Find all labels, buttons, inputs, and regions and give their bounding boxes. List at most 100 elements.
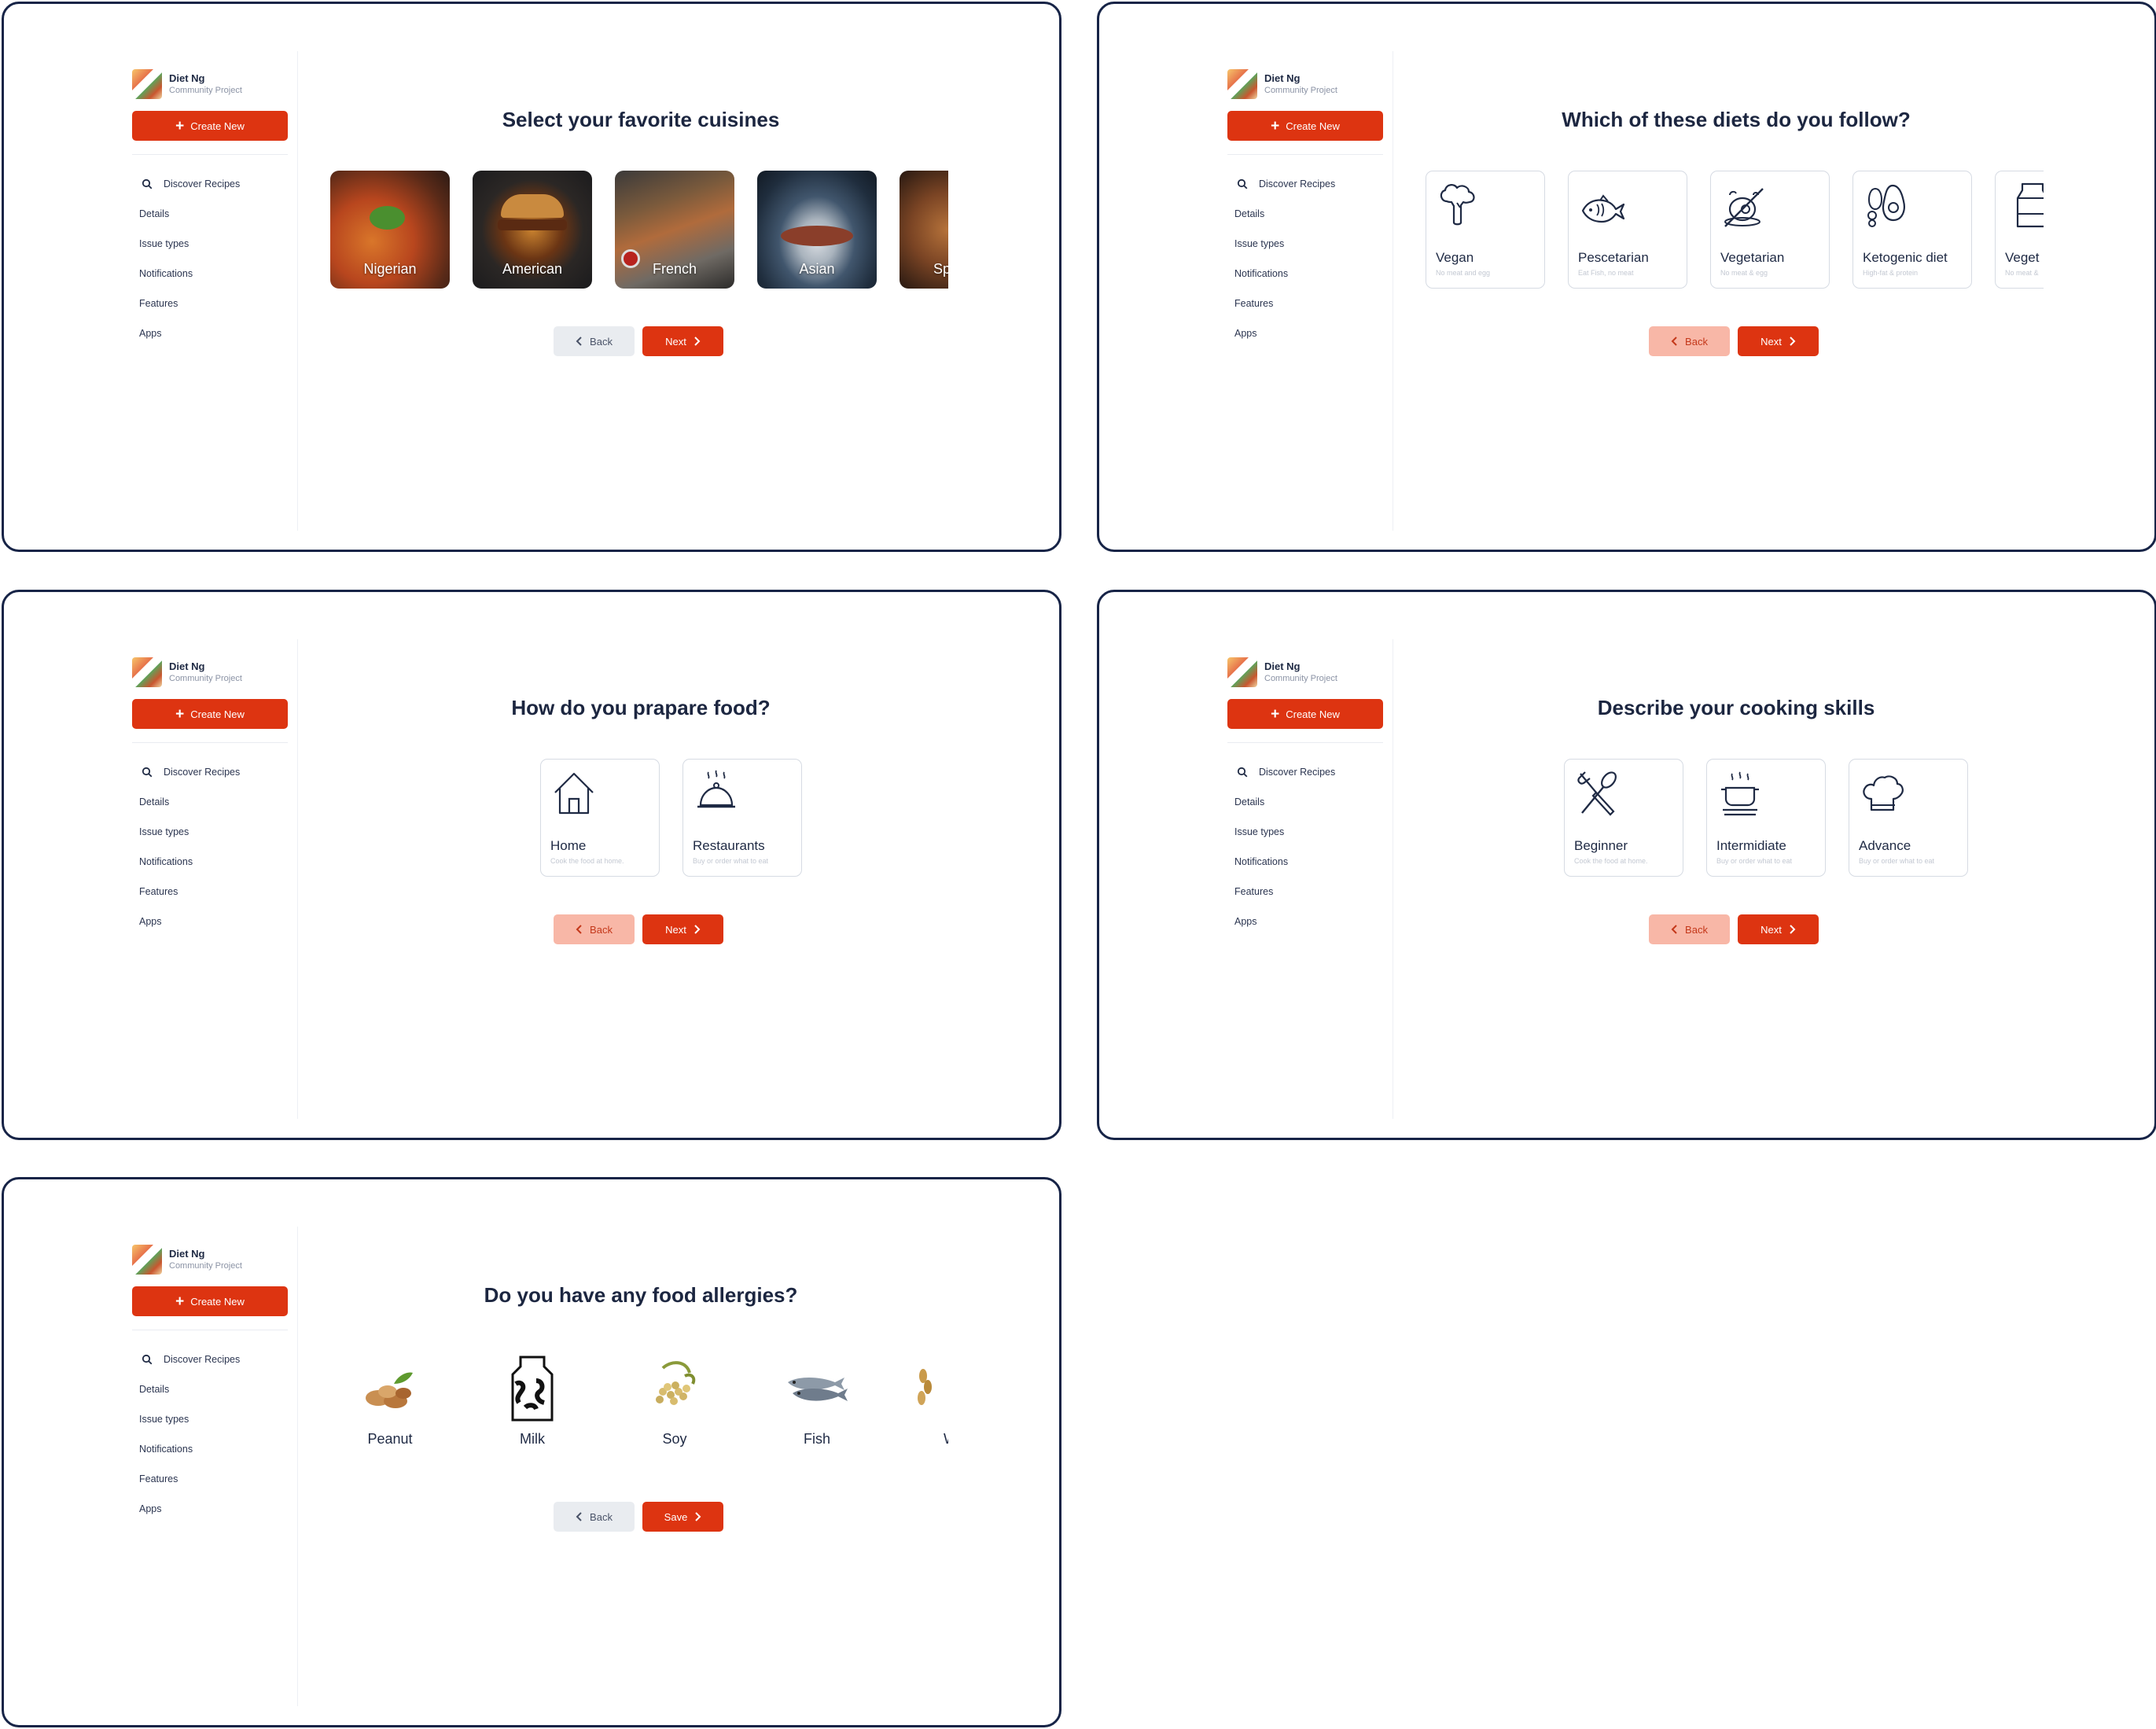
nav-item-notifications[interactable]: Notifications [1227, 847, 1385, 877]
back-button[interactable]: Back [1649, 326, 1730, 356]
nav-item-label: Features [1234, 298, 1274, 309]
nav-item-details[interactable]: Details [132, 787, 289, 817]
allergy-options: Peanut Milk Soy Fish W [330, 1345, 948, 1466]
diet-card-vegetarian-2[interactable]: Veget No meat & [1995, 171, 2044, 289]
next-button[interactable]: Next [642, 914, 723, 944]
nav-item-features[interactable]: Features [132, 289, 289, 318]
cuisine-card-american[interactable]: American [473, 171, 592, 289]
cooking-pot-icon [1721, 771, 1759, 816]
back-label: Back [590, 1510, 613, 1523]
nav-item-details[interactable]: Details [1227, 787, 1385, 817]
create-new-button[interactable]: + Create New [132, 699, 288, 729]
skill-card-advance[interactable]: Advance Buy or order what to eat [1849, 759, 1968, 877]
screens-board: Diet Ng Community Project + Create New Di… [0, 0, 2156, 1729]
create-new-button[interactable]: + Create New [132, 111, 288, 141]
nav-item-label: Details [139, 208, 170, 219]
nav-item-notifications[interactable]: Notifications [1227, 259, 1385, 289]
nav-item-label: Notifications [139, 856, 193, 867]
diet-card-pescetarian[interactable]: Pescetarian Eat Fish, no meat [1568, 171, 1687, 289]
cuisine-card-nigerian[interactable]: Nigerian [330, 171, 450, 289]
nav-item-issue-types[interactable]: Issue types [1227, 817, 1385, 847]
wizard-buttons: Back Next [554, 326, 734, 356]
wizard-buttons: Back Next [554, 914, 734, 944]
nav-item-discover-recipes[interactable]: Discover Recipes [1227, 169, 1385, 199]
create-new-button[interactable]: + Create New [1227, 111, 1383, 141]
nav-item-label: Details [139, 796, 170, 807]
nav-item-apps[interactable]: Apps [132, 318, 289, 348]
nav-item-issue-types[interactable]: Issue types [132, 1404, 289, 1434]
nav-item-label: Discover Recipes [1259, 767, 1336, 778]
wizard-buttons: Back Save [554, 1502, 734, 1532]
prepare-options: Home Cook the food at home. Restaurants … [330, 757, 948, 879]
cuisine-card-asian[interactable]: Asian [757, 171, 877, 289]
nav-item-notifications[interactable]: Notifications [132, 1434, 289, 1464]
nav-item-features[interactable]: Features [132, 877, 289, 907]
nav-item-issue-types[interactable]: Issue types [1227, 229, 1385, 259]
sidebar: Diet Ng Community Project + Create New Di… [130, 51, 298, 531]
nav-item-apps[interactable]: Apps [1227, 318, 1385, 348]
nav-item-discover-recipes[interactable]: Discover Recipes [132, 169, 289, 199]
back-button[interactable]: Back [1649, 914, 1730, 944]
prepare-card-restaurants[interactable]: Restaurants Buy or order what to eat [682, 759, 802, 877]
diets-screen: Diet Ng Community Project + Create New Di… [1097, 2, 2156, 552]
diet-card-vegan[interactable]: Vegan No meat and egg [1426, 171, 1545, 289]
nav-item-discover-recipes[interactable]: Discover Recipes [132, 1345, 289, 1374]
skill-card-beginner[interactable]: Beginner Cook the food at home. [1564, 759, 1683, 877]
nav-item-features[interactable]: Features [132, 1464, 289, 1494]
create-new-button[interactable]: + Create New [1227, 699, 1383, 729]
allergy-item-soy[interactable]: Soy [615, 1346, 734, 1456]
diet-card-ketogenic[interactable]: Ketogenic diet High-fat & protein [1852, 171, 1972, 289]
back-button[interactable]: Back [554, 914, 635, 944]
create-new-label: Create New [1286, 708, 1340, 720]
diet-label: Ketogenic diet [1863, 250, 1948, 265]
nav-item-features[interactable]: Features [1227, 289, 1385, 318]
nav-item-label: Features [139, 1473, 178, 1484]
skill-label: Beginner [1574, 838, 1628, 853]
allergy-item-peanut[interactable]: Peanut [330, 1346, 450, 1456]
next-button[interactable]: Next [1738, 914, 1819, 944]
nav-item-details[interactable]: Details [132, 1374, 289, 1404]
nav-item-details[interactable]: Details [132, 199, 289, 229]
allergy-item-milk[interactable]: Milk [473, 1346, 592, 1456]
nav-item-notifications[interactable]: Notifications [132, 847, 289, 877]
page-title: Do you have any food allergies? [484, 1283, 798, 1307]
prepare-description: Cook the food at home. [550, 857, 624, 865]
next-button[interactable]: Next [1738, 326, 1819, 356]
cuisine-card-french[interactable]: French [615, 171, 734, 289]
nav-item-label: Features [1234, 886, 1274, 897]
create-new-button[interactable]: + Create New [132, 1286, 288, 1316]
nav-item-apps[interactable]: Apps [132, 907, 289, 936]
allergy-item-wheat[interactable]: W [900, 1346, 948, 1456]
cuisine-card-spanish[interactable]: Sp [900, 171, 948, 289]
skill-options: Beginner Cook the food at home. Intermid… [1426, 757, 2044, 879]
next-label: Next [1760, 923, 1782, 936]
save-button[interactable]: Save [642, 1502, 723, 1532]
skill-label: Intermidiate [1716, 838, 1786, 853]
nav-item-notifications[interactable]: Notifications [132, 259, 289, 289]
back-button[interactable]: Back [554, 326, 635, 356]
allergy-item-fish[interactable]: Fish [757, 1346, 877, 1456]
sidebar-divider [1227, 742, 1383, 743]
sidebar-divider [1227, 154, 1383, 155]
diet-label: Pescetarian [1578, 250, 1649, 265]
brand-logo [132, 69, 162, 99]
nav-item-features[interactable]: Features [1227, 877, 1385, 907]
back-button[interactable]: Back [554, 1502, 635, 1532]
nav-item-issue-types[interactable]: Issue types [132, 229, 289, 259]
burger-bun-shape [501, 194, 564, 218]
nav-item-details[interactable]: Details [1227, 199, 1385, 229]
chevron-right-icon [694, 337, 701, 346]
search-icon [142, 1354, 153, 1365]
nav-item-discover-recipes[interactable]: Discover Recipes [1227, 757, 1385, 787]
prepare-card-home[interactable]: Home Cook the food at home. [540, 759, 660, 877]
brand-name: Diet Ng [1264, 72, 1301, 84]
brand: Diet Ng Community Project [132, 1245, 281, 1276]
nav-item-apps[interactable]: Apps [1227, 907, 1385, 936]
diet-card-vegetarian[interactable]: Vegetarian No meat & egg [1710, 171, 1830, 289]
skill-card-intermidiate[interactable]: Intermidiate Buy or order what to eat [1706, 759, 1826, 877]
nav-item-discover-recipes[interactable]: Discover Recipes [132, 757, 289, 787]
nav-item-issue-types[interactable]: Issue types [132, 817, 289, 847]
cuisines-screen: Diet Ng Community Project + Create New Di… [2, 2, 1061, 552]
next-button[interactable]: Next [642, 326, 723, 356]
nav-item-apps[interactable]: Apps [132, 1494, 289, 1524]
